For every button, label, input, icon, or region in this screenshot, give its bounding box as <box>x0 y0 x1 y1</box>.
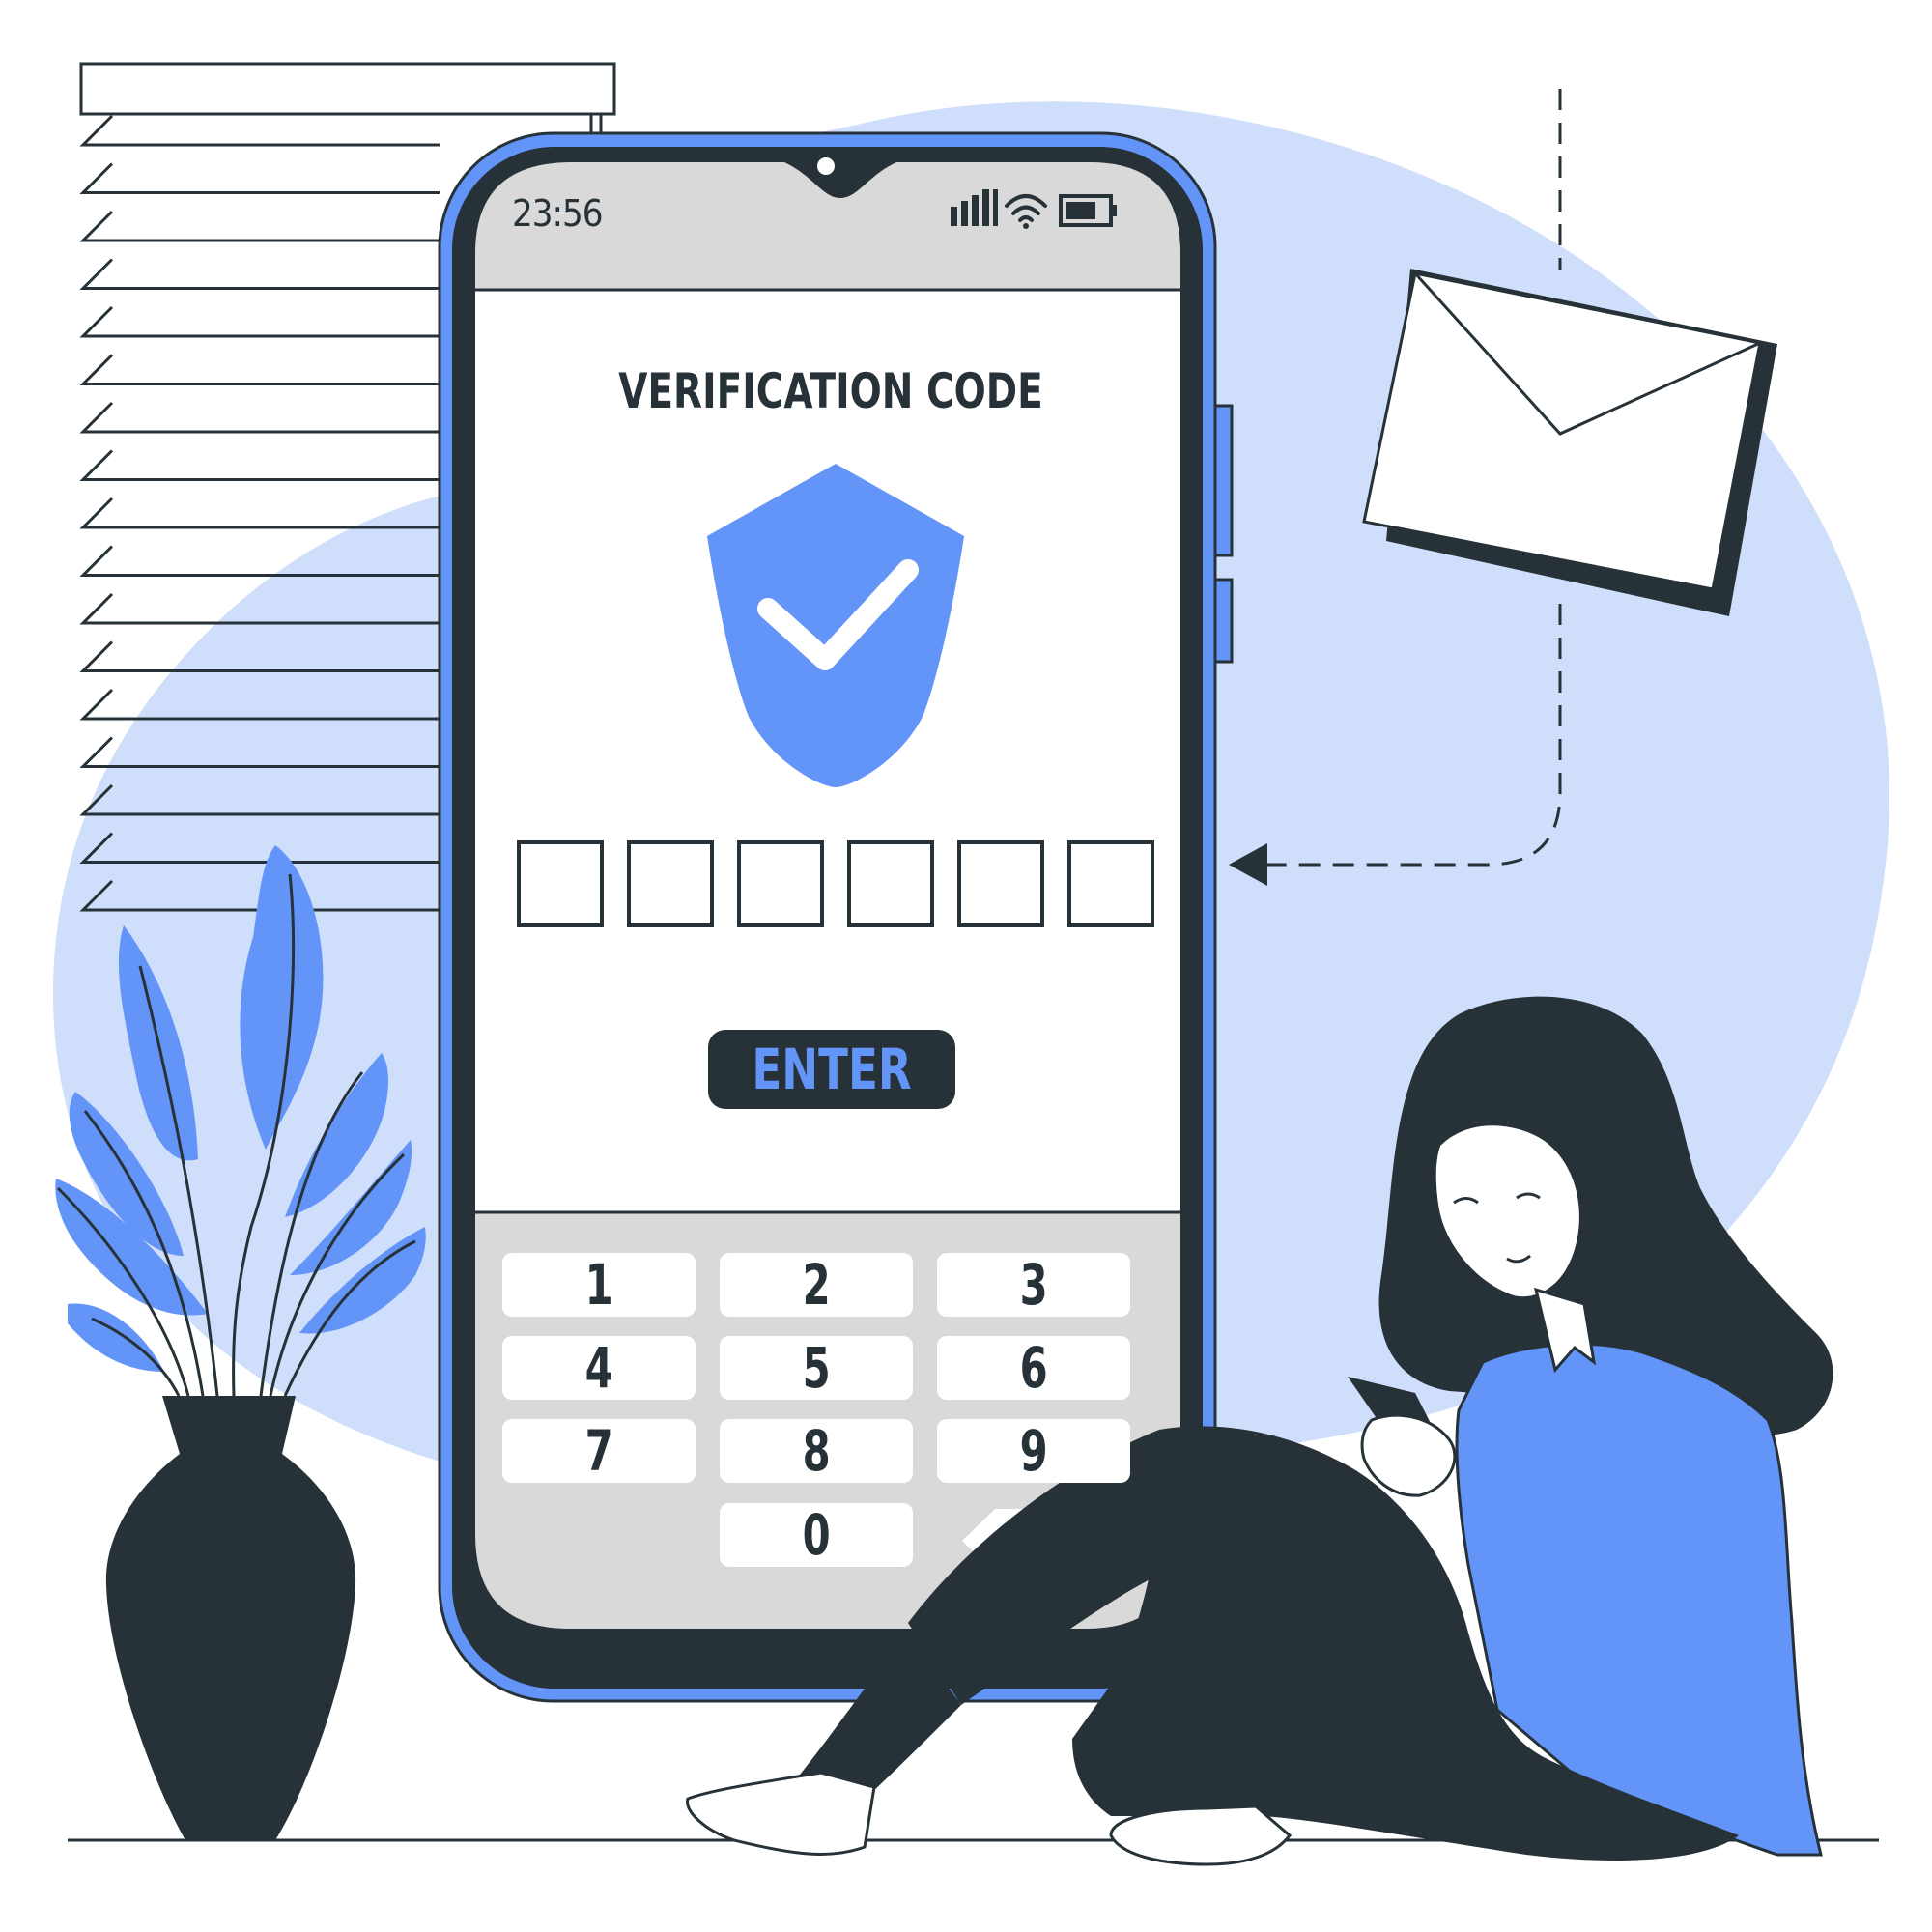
keypad-key-label: 0 <box>802 1502 831 1568</box>
window-blinds <box>79 62 616 135</box>
keypad-key-2[interactable]: 2 <box>720 1253 913 1317</box>
illustration <box>53 62 1890 1866</box>
keypad-key-label: 4 <box>584 1335 613 1401</box>
blind-slat <box>79 258 440 290</box>
blind-slat <box>79 401 440 434</box>
keypad-key-label: 2 <box>802 1252 831 1318</box>
code-digit-2[interactable] <box>627 840 714 927</box>
blind-slat <box>79 449 440 481</box>
blind-slat <box>79 114 440 147</box>
keypad-key-9[interactable]: 9 <box>937 1419 1130 1483</box>
code-digit-6[interactable] <box>1067 840 1154 927</box>
keypad-key-label: 1 <box>584 1252 613 1318</box>
code-digit-4[interactable] <box>847 840 934 927</box>
enter-button-label: ENTER <box>752 1037 912 1102</box>
blind-slat <box>79 354 440 385</box>
blind-slat <box>79 162 440 194</box>
code-digit-5[interactable] <box>957 840 1044 927</box>
keypad-key-label: 7 <box>584 1418 613 1484</box>
keypad-key-5[interactable]: 5 <box>720 1336 913 1400</box>
vase <box>105 1396 356 1840</box>
code-input-row <box>517 840 1154 927</box>
keypad-key-6[interactable]: 6 <box>937 1336 1130 1400</box>
keypad-key-label: 8 <box>802 1418 831 1484</box>
status-time: 23:56 <box>512 192 604 235</box>
keypad-key-3[interactable]: 3 <box>937 1253 1130 1317</box>
keypad-key-0[interactable]: 0 <box>720 1503 913 1567</box>
keypad-key-7[interactable]: 7 <box>502 1419 696 1483</box>
keypad-key-label: 5 <box>802 1335 831 1401</box>
keypad-key-4[interactable]: 4 <box>502 1336 696 1400</box>
keypad-key-label: 6 <box>1019 1335 1048 1401</box>
code-digit-1[interactable] <box>517 840 604 927</box>
blind-slat <box>79 305 440 338</box>
page-title: VERIFICATION CODE <box>618 363 1043 419</box>
keypad-key-1[interactable]: 1 <box>502 1253 696 1317</box>
keypad-key-label: 9 <box>1019 1418 1048 1484</box>
blind-slat <box>79 210 440 242</box>
code-digit-3[interactable] <box>737 840 824 927</box>
keypad-key-label: 3 <box>1019 1252 1048 1318</box>
enter-button[interactable]: ENTER <box>708 1030 955 1109</box>
keypad-key-8[interactable]: 8 <box>720 1419 913 1483</box>
